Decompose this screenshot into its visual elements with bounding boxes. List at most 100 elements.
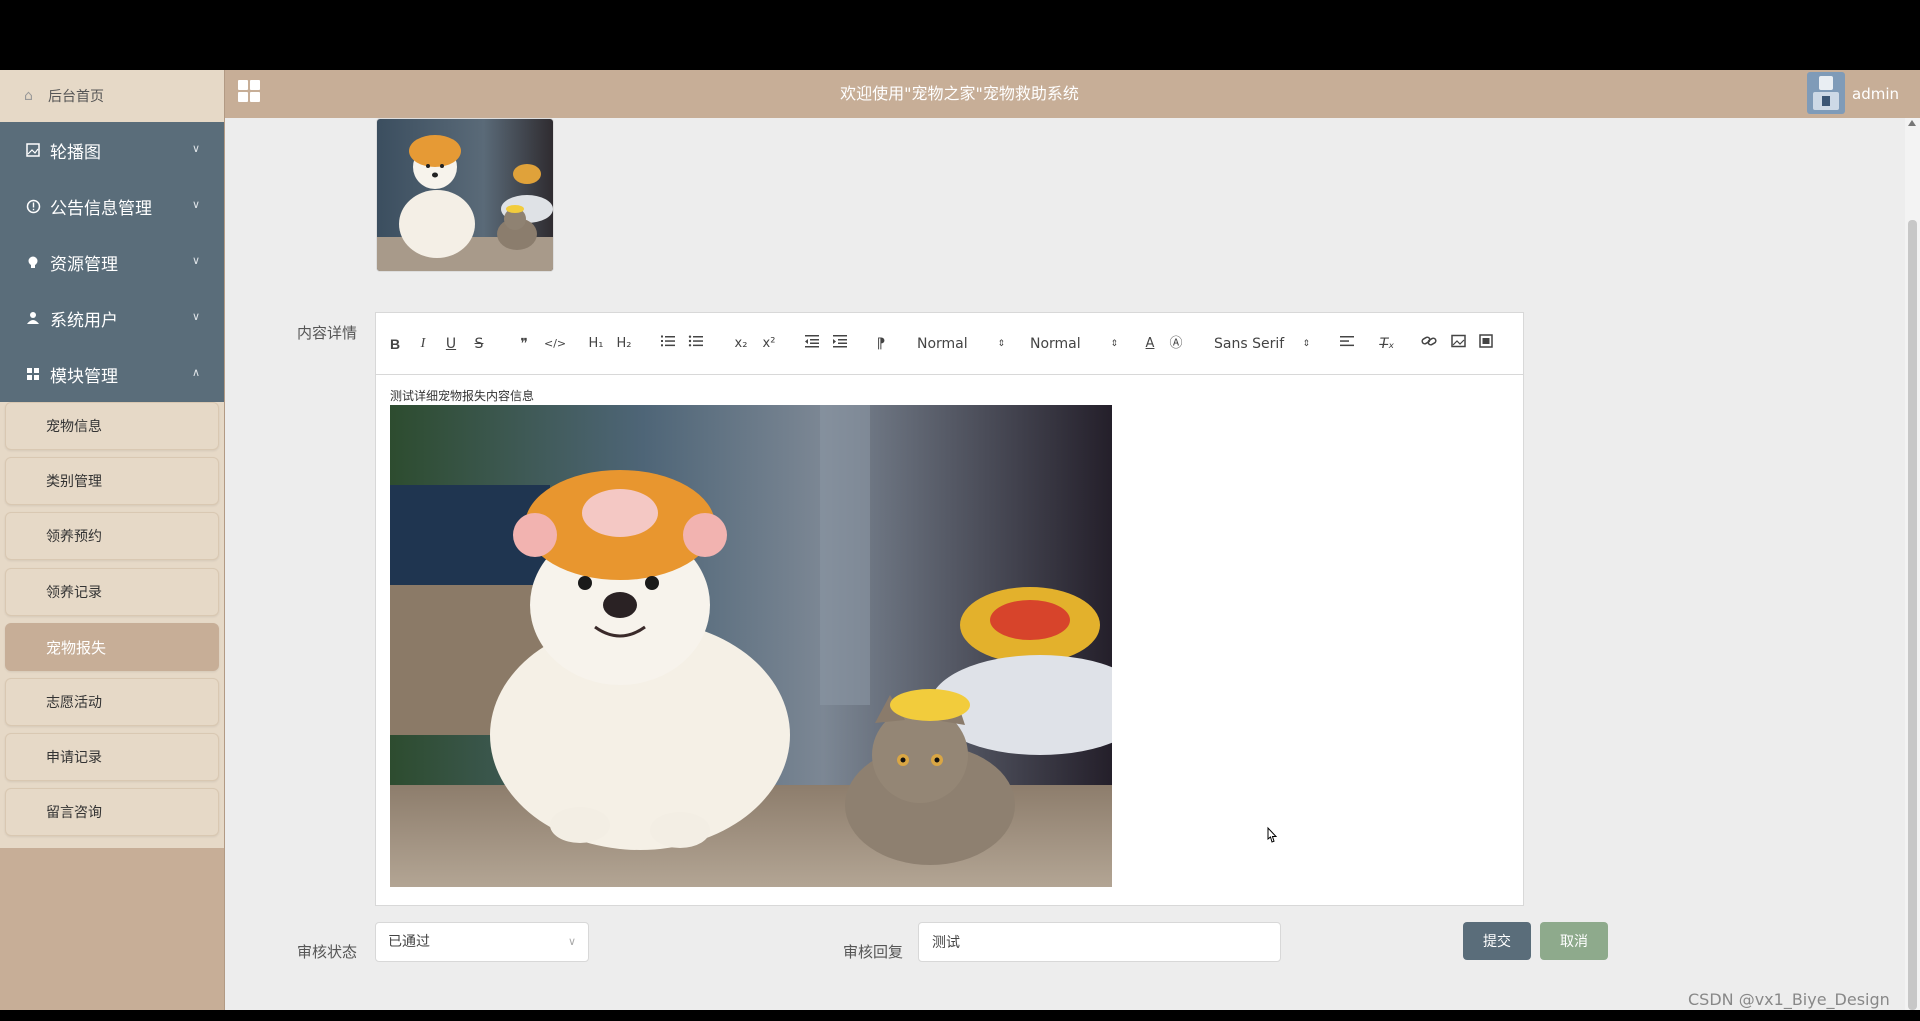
sidebar-item-adoption-booking[interactable]: 领养预约 [5, 512, 219, 560]
editor-body[interactable]: 测试详细宠物报失内容信息 [390, 387, 534, 404]
sidebar-item-label: 志愿活动 [46, 695, 102, 711]
sidebar-group-carousel[interactable]: 轮播图 ∨ [0, 122, 224, 178]
image-icon [24, 141, 42, 159]
bottom-black-bar [0, 1010, 1920, 1021]
sidebar-home-label: 后台首页 [48, 89, 104, 105]
outdent-icon[interactable] [803, 332, 821, 356]
sidebar-home[interactable]: ⌂ 后台首页 [0, 70, 224, 122]
text-direction-icon[interactable]: ⁋ [872, 332, 890, 356]
status-label: 审核状态 [297, 943, 358, 961]
main-content: 内容详情 B I U S ❞ </> H₁ H₂ x₂ x² ⁋ Normal … [225, 118, 1905, 1010]
sidebar-item-application[interactable]: 申请记录 [5, 733, 219, 781]
header1-icon[interactable]: H₁ [586, 332, 606, 356]
sidebar-submenu: 宠物信息 类别管理 领养预约 领养记录 宠物报失 志愿活动 申请记录 留言咨询 [0, 402, 224, 848]
sidebar-item-label: 宠物信息 [46, 419, 102, 435]
font-select[interactable]: Sans Serif ⇕ [1214, 332, 1310, 356]
sidebar-group-users[interactable]: 系统用户 ∨ [0, 290, 224, 346]
sidebar: ⌂ 后台首页 轮播图 ∨ 公告信息管理 ∨ 资源管理 ∨ 系统用户 ∨ 模块管理… [0, 70, 225, 1010]
sidebar-group-notice[interactable]: 公告信息管理 ∨ [0, 178, 224, 234]
sidebar-group-resource[interactable]: 资源管理 ∨ [0, 234, 224, 290]
chevron-down-icon: ∨ [192, 198, 201, 211]
underline-icon[interactable]: U [444, 332, 458, 356]
sidebar-item-label: 宠物报失 [46, 638, 107, 657]
sidebar-item-pet-info[interactable]: 宠物信息 [5, 402, 219, 450]
header-select-value: Normal [917, 336, 968, 352]
bulb-icon [24, 253, 42, 271]
sidebar-item-message[interactable]: 留言咨询 [5, 788, 219, 836]
sidebar-item-label: 申请记录 [46, 750, 102, 766]
strike-icon[interactable]: S [472, 332, 486, 356]
header-select[interactable]: Normal ⇕ [917, 332, 1005, 356]
clear-format-icon[interactable]: T̶ₓ [1378, 332, 1396, 356]
superscript-icon[interactable]: x² [759, 332, 779, 356]
app-root: ⌂ 后台首页 轮播图 ∨ 公告信息管理 ∨ 资源管理 ∨ 系统用户 ∨ 模块管理… [0, 0, 1920, 1021]
sidebar-group-label: 轮播图 [50, 142, 101, 163]
user-icon [24, 309, 42, 327]
content-label: 内容详情 [297, 324, 358, 342]
chevron-down-icon: ∨ [567, 935, 576, 948]
home-icon: ⌂ [24, 88, 33, 104]
header-title: 欢迎使用"宠物之家"宠物救助系统 [840, 84, 1079, 103]
sidebar-group-label: 系统用户 [50, 310, 118, 331]
sidebar-item-label: 领养记录 [46, 585, 102, 601]
sidebar-item-label: 领养预约 [46, 529, 102, 545]
chevron-up-icon: ∧ [192, 366, 201, 379]
align-icon[interactable] [1338, 332, 1356, 356]
select-arrows-icon: ⇕ [1302, 339, 1310, 349]
watermark: CSDN @vx1_Biye_Design [1688, 990, 1890, 1009]
link-icon[interactable] [1420, 332, 1438, 356]
chevron-down-icon: ∨ [192, 254, 201, 267]
blockquote-icon[interactable]: ❞ [516, 332, 532, 356]
background-color-icon[interactable]: Ⓐ [1168, 332, 1184, 356]
editor-text: 测试详细宠物报失内容信息 [390, 389, 535, 403]
bullet-list-icon[interactable] [687, 332, 705, 356]
sidebar-item-category[interactable]: 类别管理 [5, 457, 219, 505]
rich-text-editor: B I U S ❞ </> H₁ H₂ x₂ x² ⁋ Normal ⇕ Nor… [375, 312, 1524, 906]
font-color-icon[interactable]: A [1142, 332, 1158, 356]
video-icon[interactable] [1477, 332, 1495, 356]
scroll-up-icon[interactable] [1908, 120, 1916, 126]
submit-button[interactable]: 提交 [1463, 922, 1531, 960]
status-select[interactable]: 已通过 ∨ [375, 922, 589, 962]
bold-icon[interactable]: B [388, 332, 402, 356]
sidebar-group-modules[interactable]: 模块管理 ∧ [0, 346, 224, 402]
sidebar-item-volunteer[interactable]: 志愿活动 [5, 678, 219, 726]
status-select-value: 已通过 [388, 934, 430, 950]
select-arrows-icon: ⇕ [997, 339, 1005, 349]
sidebar-item-label: 留言咨询 [46, 805, 102, 821]
image-icon[interactable] [1449, 332, 1467, 356]
scrollbar[interactable] [1905, 118, 1920, 1010]
code-block-icon[interactable]: </> [544, 332, 566, 356]
indent-icon[interactable] [831, 332, 849, 356]
cancel-button[interactable]: 取消 [1540, 922, 1608, 960]
sidebar-group-label: 资源管理 [50, 254, 118, 275]
header2-icon[interactable]: H₂ [614, 332, 634, 356]
sidebar-group-label: 公告信息管理 [50, 198, 152, 219]
cursor-icon [1264, 826, 1280, 846]
sidebar-group-label: 模块管理 [50, 366, 118, 387]
font-select-value: Sans Serif [1214, 336, 1285, 352]
select-arrows-icon: ⇕ [1110, 339, 1118, 349]
sidebar-item-pet-lost[interactable]: 宠物报失 [5, 623, 219, 671]
reply-label: 审核回复 [843, 943, 904, 961]
grid-icon [24, 365, 42, 383]
chevron-down-icon: ∨ [192, 142, 201, 155]
ordered-list-icon[interactable] [659, 332, 677, 356]
header: 欢迎使用"宠物之家"宠物救助系统 admin [225, 70, 1920, 118]
italic-icon[interactable]: I [416, 332, 430, 356]
sidebar-item-adoption-record[interactable]: 领养记录 [5, 568, 219, 616]
info-icon [24, 197, 42, 215]
cover-image-preview[interactable] [376, 118, 554, 272]
subscript-icon[interactable]: x₂ [731, 332, 751, 356]
editor-toolbar: B I U S ❞ </> H₁ H₂ x₂ x² ⁋ Normal ⇕ Nor… [376, 313, 1523, 375]
scrollbar-thumb[interactable] [1908, 220, 1917, 1010]
sidebar-item-label: 类别管理 [46, 474, 102, 490]
size-select-value: Normal [1030, 336, 1081, 352]
top-black-bar [0, 0, 1920, 70]
username[interactable]: admin [1852, 70, 1899, 118]
size-select[interactable]: Normal ⇕ [1030, 332, 1118, 356]
chevron-down-icon: ∨ [192, 310, 201, 323]
editor-inserted-image[interactable] [390, 405, 1112, 887]
reply-input[interactable] [918, 922, 1281, 962]
avatar[interactable] [1807, 72, 1845, 114]
